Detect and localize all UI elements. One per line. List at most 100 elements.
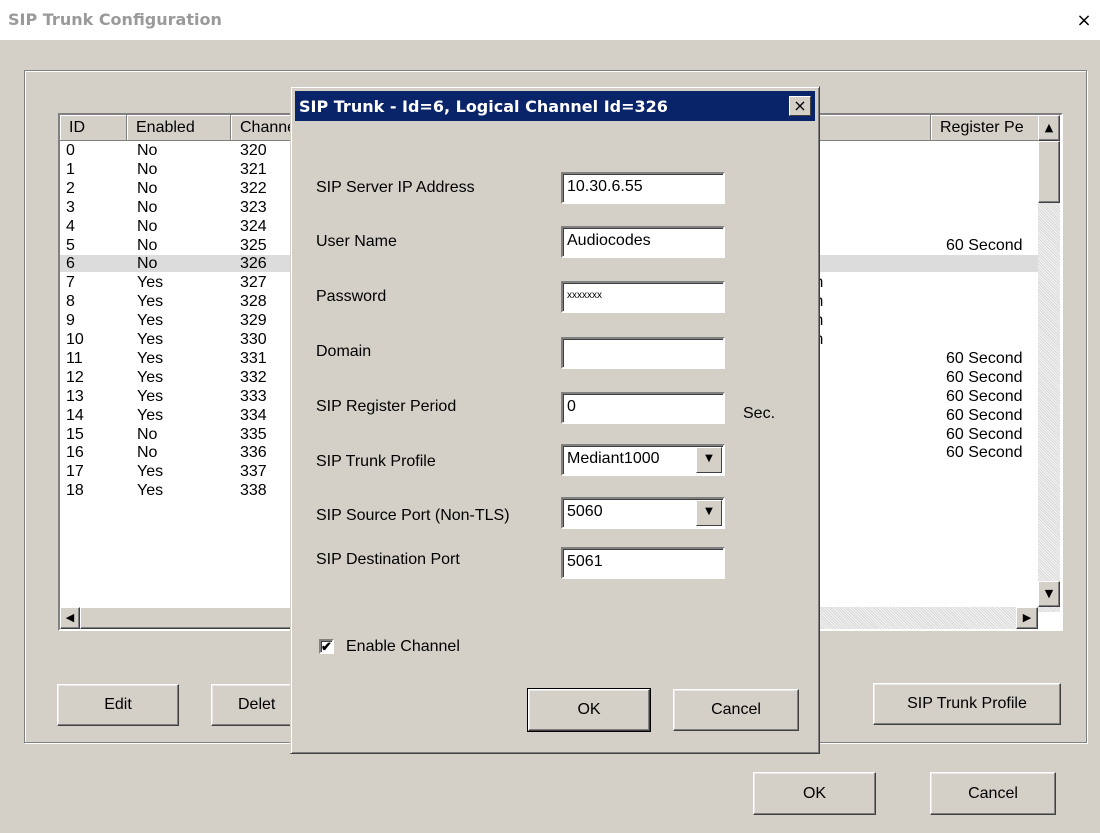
cell-register-period: 60 Second: [946, 425, 1023, 443]
cell-id: 17: [66, 463, 84, 481]
enable-channel-label[interactable]: Enable Channel: [346, 638, 460, 656]
cell-register-period: 60 Second: [946, 236, 1023, 254]
cell-channel: 330: [240, 331, 267, 348]
cell-id: 16: [66, 444, 84, 462]
cell-enabled: No: [137, 255, 158, 273]
cell-enabled: Yes: [137, 312, 164, 330]
user-name-input[interactable]: Audiocodes: [561, 226, 725, 258]
user-name-label: User Name: [316, 233, 397, 250]
window-title: SIP Trunk Configuration: [8, 10, 222, 29]
cell-register-period: 60 Second: [946, 406, 1023, 424]
cell-id: 9: [66, 312, 75, 330]
register-period-input[interactable]: 0: [561, 392, 725, 424]
cell-channel: 320: [240, 142, 267, 159]
cell-id: 11: [66, 349, 83, 367]
cell-channel: 333: [240, 387, 267, 405]
cell-channel: 325: [240, 236, 267, 254]
cell-channel: 337: [240, 463, 267, 481]
cell-enabled: Yes: [137, 293, 164, 311]
server-ip-input[interactable]: 10.30.6.55: [561, 172, 725, 204]
cell-id: 8: [66, 293, 75, 311]
column-header-enabled[interactable]: Enabled: [127, 115, 231, 141]
arrow-up-icon: ▲: [1044, 121, 1054, 134]
cell-channel: 323: [240, 198, 267, 216]
cell-id: 3: [66, 198, 75, 216]
cell-enabled: Yes: [137, 349, 164, 367]
cell-channel: 338: [240, 482, 267, 500]
cell-enabled: No: [137, 236, 158, 254]
dest-port-input[interactable]: 5061: [561, 547, 725, 579]
cell-id: 15: [66, 425, 84, 443]
cell-id: 12: [66, 368, 84, 386]
enable-channel-checkbox[interactable]: ✔: [319, 639, 334, 654]
dialog-ok-button[interactable]: OK: [527, 688, 651, 732]
cell-channel: 331: [240, 349, 267, 367]
cell-enabled: Yes: [137, 331, 164, 348]
cell-enabled: Yes: [137, 463, 164, 481]
source-port-label: SIP Source Port (Non-TLS): [316, 507, 510, 524]
cell-id: 5: [66, 236, 75, 254]
arrow-right-icon: ▶: [1022, 611, 1032, 624]
cell-channel: 334: [240, 406, 267, 424]
cell-enabled: No: [137, 160, 158, 178]
scroll-up-button[interactable]: ▲: [1038, 115, 1060, 141]
domain-input[interactable]: [561, 337, 725, 369]
cell-register-period: 60 Second: [946, 444, 1023, 462]
register-period-unit: Sec.: [743, 405, 776, 422]
cell-channel: 322: [240, 179, 267, 197]
dialog-title-bar: SIP Trunk - Id=6, Logical Channel Id=326…: [295, 91, 815, 121]
trunk-profile-select[interactable]: Mediant1000 ▼: [561, 444, 725, 476]
cell-channel: 329: [240, 312, 267, 330]
window-close-button[interactable]: ×: [1074, 12, 1094, 32]
chevron-down-icon[interactable]: ▼: [696, 500, 722, 526]
window-title-bar: SIP Trunk Configuration: [0, 0, 1100, 40]
cell-channel: 336: [240, 444, 267, 462]
cell-id: 0: [66, 142, 75, 159]
password-input[interactable]: xxxxxxx: [561, 281, 725, 313]
cell-id: 14: [66, 406, 84, 424]
scroll-thumb[interactable]: [1038, 141, 1060, 203]
dialog-close-button[interactable]: ×: [789, 96, 811, 116]
chevron-down-icon[interactable]: ▼: [696, 447, 722, 473]
column-header-id[interactable]: ID: [60, 115, 127, 141]
cell-register-period: 60 Second: [946, 349, 1023, 367]
source-port-value: 5060: [567, 503, 603, 520]
cell-register-period: 60 Second: [946, 387, 1023, 405]
column-header-register-period[interactable]: Register Pe: [931, 115, 1041, 141]
arrow-down-icon: ▼: [1044, 587, 1054, 600]
cell-enabled: Yes: [137, 406, 164, 424]
scroll-right-button[interactable]: ▶: [1016, 607, 1038, 629]
arrow-left-icon: ◀: [65, 611, 75, 624]
source-port-select[interactable]: 5060 ▼: [561, 497, 725, 529]
cell-enabled: Yes: [137, 274, 164, 292]
cell-enabled: Yes: [137, 387, 164, 405]
cell-enabled: No: [137, 425, 158, 443]
server-ip-label: SIP Server IP Address: [316, 179, 475, 196]
cell-enabled: Yes: [137, 368, 164, 386]
register-period-label: SIP Register Period: [316, 398, 457, 415]
cell-id: 7: [66, 274, 75, 292]
cancel-button[interactable]: Cancel: [930, 772, 1056, 815]
ok-button[interactable]: OK: [753, 772, 876, 815]
scroll-down-button[interactable]: ▼: [1038, 581, 1060, 607]
sip-trunk-profile-button[interactable]: SIP Trunk Profile: [873, 683, 1061, 725]
cell-channel: 328: [240, 293, 267, 311]
scroll-left-button[interactable]: ◀: [60, 607, 80, 629]
cell-id: 13: [66, 387, 84, 405]
cell-enabled: No: [137, 198, 158, 216]
edit-button[interactable]: Edit: [57, 684, 179, 726]
close-icon: ×: [793, 96, 807, 115]
dialog-cancel-button[interactable]: Cancel: [673, 689, 799, 731]
cell-enabled: No: [137, 142, 158, 159]
cell-register-period: 60 Second: [946, 368, 1023, 386]
domain-label: Domain: [316, 343, 372, 360]
cell-channel: 324: [240, 217, 267, 235]
password-label: Password: [316, 288, 387, 305]
cell-enabled: No: [137, 444, 158, 462]
cell-id: 6: [66, 255, 75, 273]
cell-id: 1: [66, 160, 75, 178]
cell-id: 2: [66, 179, 75, 197]
trunk-profile-value: Mediant1000: [567, 450, 660, 467]
sip-trunk-dialog: SIP Trunk - Id=6, Logical Channel Id=326…: [290, 86, 820, 754]
close-icon: ×: [1076, 10, 1092, 31]
